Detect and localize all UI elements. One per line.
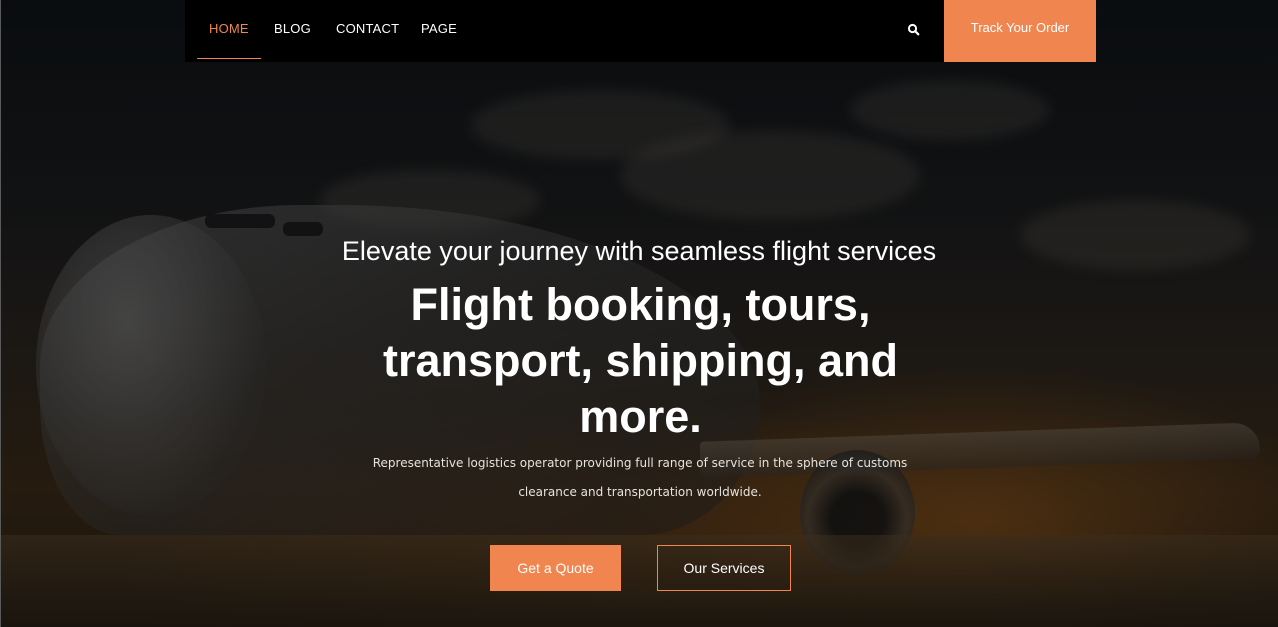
nav-contact[interactable]: CONTACT (336, 0, 399, 59)
main-navbar: HOME BLOG CONTACT PAGE Track Your Order (185, 0, 1096, 62)
track-order-button[interactable]: Track Your Order (944, 0, 1096, 62)
nav-blog[interactable]: BLOG (274, 0, 311, 59)
nav-home[interactable]: HOME (197, 0, 261, 59)
our-services-button[interactable]: Our Services (657, 545, 791, 591)
hero-subtitle: Elevate your journey with seamless fligh… (341, 236, 937, 266)
search-icon[interactable] (906, 22, 922, 38)
nav-page[interactable]: PAGE (421, 0, 457, 59)
hero-title: Flight booking, tours, transport, shippi… (383, 279, 898, 442)
get-quote-button[interactable]: Get a Quote (490, 545, 621, 591)
hero-description: Representative logistics operator provid… (372, 456, 908, 499)
